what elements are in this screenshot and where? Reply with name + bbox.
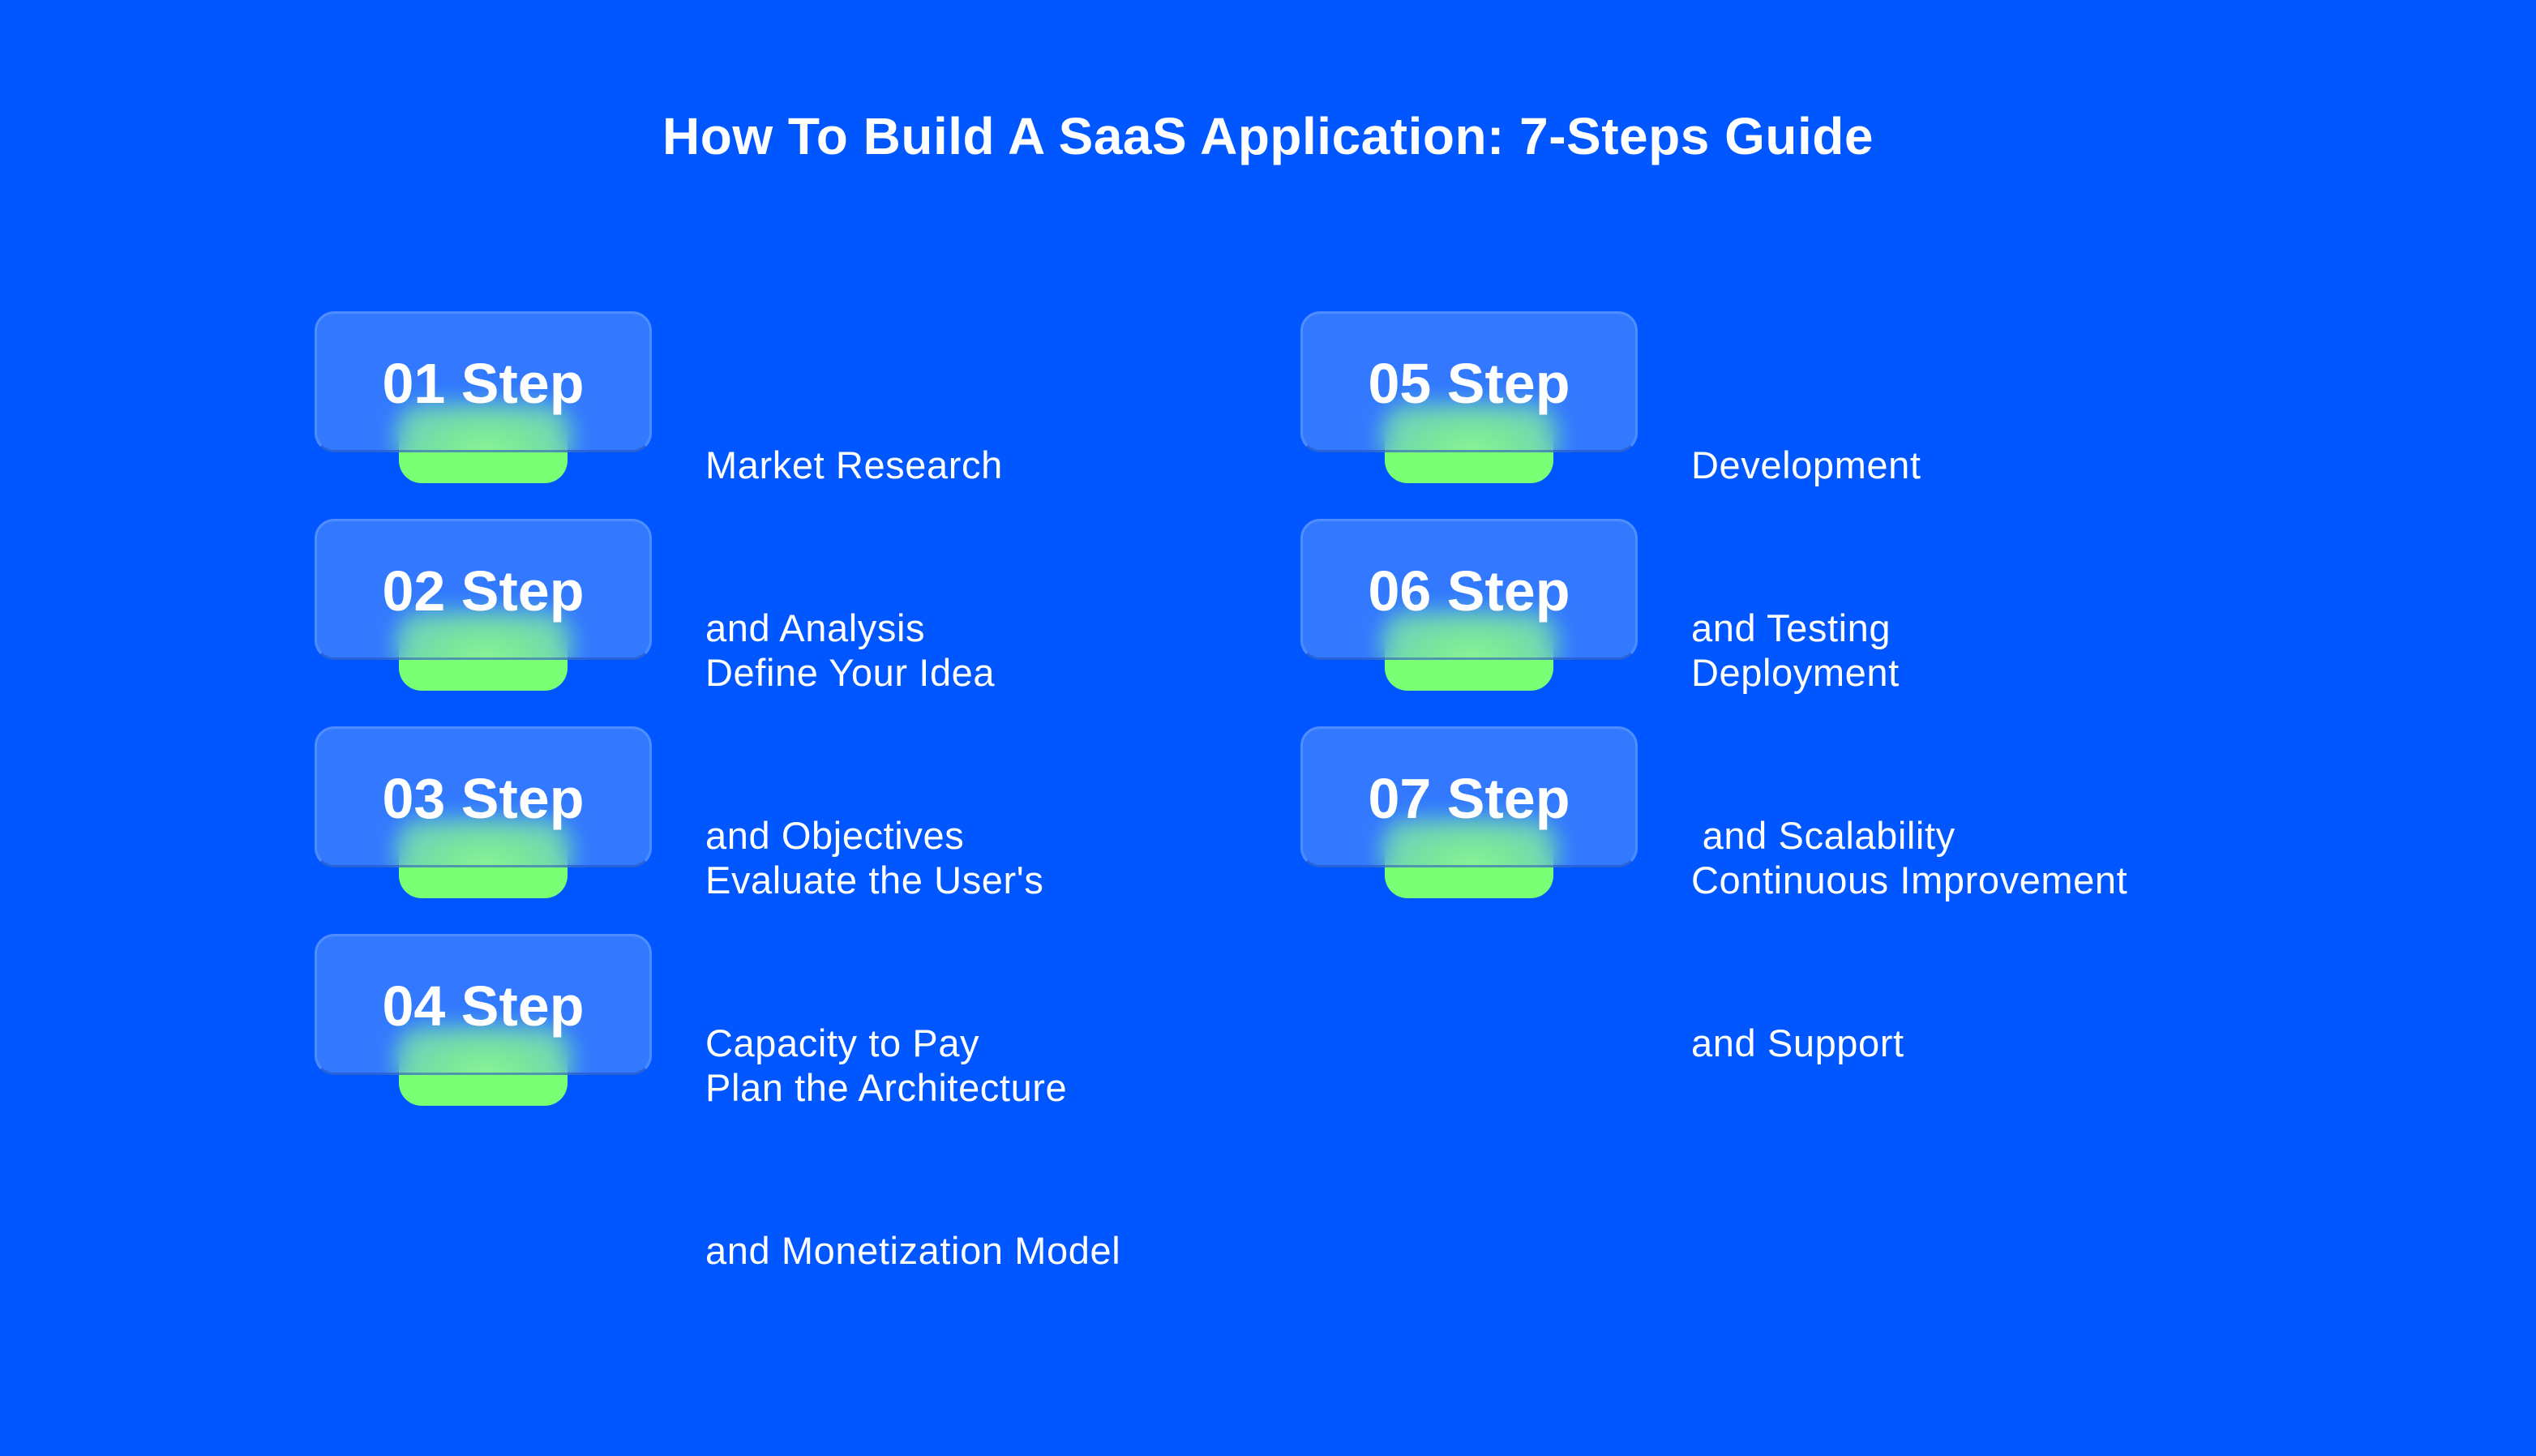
step-item: 02 Step Define Your Idea and Objectives (315, 519, 1369, 857)
step-description-line: Deployment (1691, 651, 1900, 694)
step-item: 04 Step Plan the Architecture and Moneti… (315, 934, 1369, 1272)
step-description-line: and Monetization Model (705, 1229, 1121, 1272)
step-description-line: Define Your Idea (705, 651, 996, 694)
step-description-line: and Support (1691, 1021, 1904, 1064)
step-item: 03 Step Evaluate the User's Capacity to … (315, 726, 1369, 1064)
step-description-line: Continuous Improvement (1691, 859, 2128, 901)
step-description-line: Development (1691, 443, 1921, 486)
step-description-line: Market Research (705, 443, 1003, 486)
step-badge: 07 Step (1300, 726, 1638, 867)
step-item: 05 Step Development and Testing (1300, 311, 2354, 649)
step-number-label: 03 Step (382, 767, 585, 830)
step-item: 01 Step Market Research and Analysis (315, 311, 1369, 649)
step-number-label: 01 Step (382, 352, 585, 415)
step-item: 07 Step Continuous Improvement and Suppo… (1300, 726, 2354, 1064)
step-number-label: 04 Step (382, 974, 585, 1038)
step-item: 06 Step Deployment and Scalability (1300, 519, 2354, 857)
step-number-label: 05 Step (1368, 352, 1570, 415)
step-description: Plan the Architecture and Monetization M… (705, 952, 1120, 1386)
step-badge: 04 Step (315, 934, 652, 1075)
step-number-label: 07 Step (1368, 767, 1570, 830)
step-number-label: 02 Step (382, 559, 585, 623)
step-badge: 01 Step (315, 311, 652, 452)
step-description-line: Evaluate the User's (705, 859, 1044, 901)
step-badge: 05 Step (1300, 311, 1638, 452)
step-number-label: 06 Step (1368, 559, 1570, 623)
page-title: How To Build A SaaS Application: 7-Steps… (662, 107, 1874, 165)
step-description: Continuous Improvement and Support (1691, 744, 2127, 1179)
step-badge: 02 Step (315, 519, 652, 660)
step-badge: 06 Step (1300, 519, 1638, 660)
step-badge: 03 Step (315, 726, 652, 867)
step-description-line: Plan the Architecture (705, 1066, 1068, 1109)
